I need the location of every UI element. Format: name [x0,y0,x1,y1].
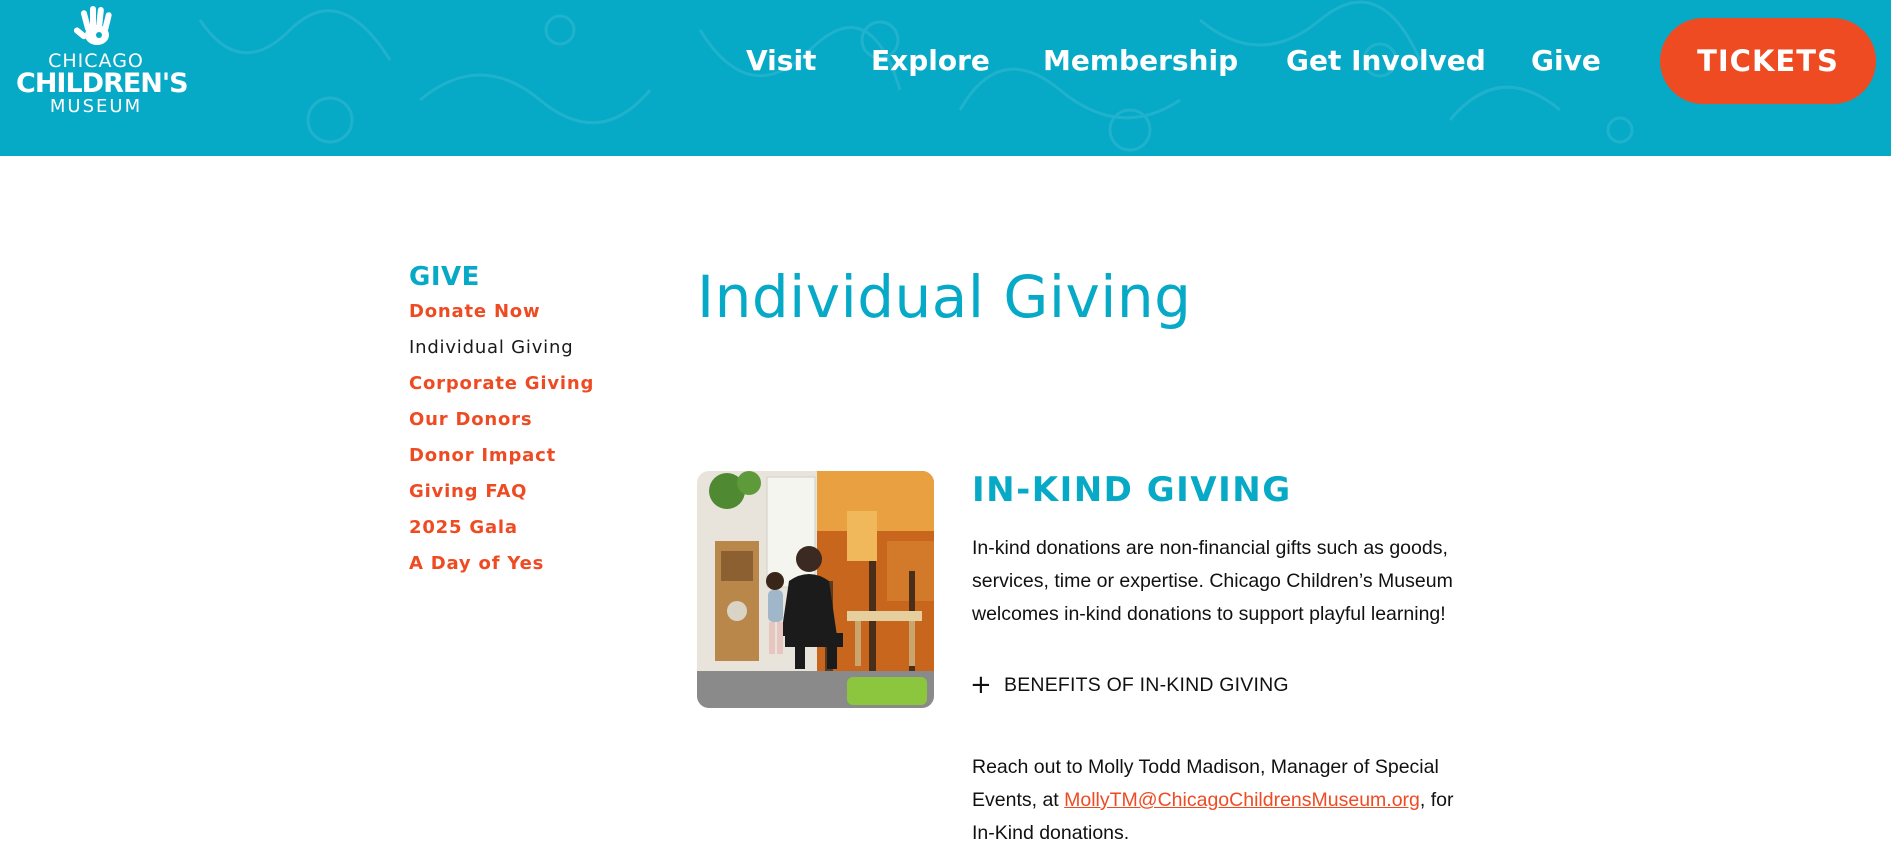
sidebar-item-individual-giving: Individual Giving [409,336,649,372]
sidebar-link-individual-giving[interactable]: Individual Giving [409,337,573,358]
header-texture [198,0,1634,152]
sidebar-link-2025-gala[interactable]: 2025 Gala [409,517,518,538]
logo-text-museum: MUSEUM [49,96,143,117]
page-title: Individual Giving [697,263,1192,331]
photo-illustration [697,471,934,708]
museum-logo[interactable]: CHICAGO CHILDREN'S MUSEUM [16,4,189,122]
nav-item-visit[interactable]: Visit [746,44,816,77]
sidebar-link-donor-impact[interactable]: Donor Impact [409,445,556,466]
sidebar-item-giving-faq: Giving FAQ [409,480,649,516]
in-kind-photo [697,471,934,708]
sidebar-list: Donate Now Individual Giving Corporate G… [409,300,649,588]
in-kind-giving-heading: IN-KIND GIVING [972,470,1292,510]
nav-item-give[interactable]: Give [1531,44,1601,77]
sidebar-item-our-donors: Our Donors [409,408,649,444]
nav-item-membership[interactable]: Membership [1043,44,1238,77]
handprint-icon [73,6,112,45]
contact-email-link[interactable]: MollyTM@ChicagoChildrensMuseum.org [1064,789,1420,811]
sidebar-item-a-day-of-yes: A Day of Yes [409,552,649,588]
sidebar-item-corporate-giving: Corporate Giving [409,372,649,408]
plus-icon: + [970,670,992,700]
sidebar-item-2025-gala: 2025 Gala [409,516,649,552]
nav-item-explore[interactable]: Explore [871,44,990,77]
site-header: CHICAGO CHILDREN'S MUSEUM Visit Explore … [0,0,1891,156]
contact-text: Reach out to Molly Todd Madison, Manager… [972,751,1472,850]
benefits-accordion[interactable]: + BENEFITS OF IN-KIND GIVING [970,668,1289,702]
sidebar-link-donate-now[interactable]: Donate Now [409,301,540,322]
tickets-button[interactable]: TICKETS [1660,18,1876,104]
benefits-accordion-label: BENEFITS OF IN-KIND GIVING [1004,673,1289,696]
sidebar-item-donate-now: Donate Now [409,300,649,336]
sidebar-title: GIVE [409,262,480,292]
sidebar-link-corporate-giving[interactable]: Corporate Giving [409,373,594,394]
logo-text-childrens: CHILDREN'S [16,68,189,99]
sidebar-item-donor-impact: Donor Impact [409,444,649,480]
sidebar-link-our-donors[interactable]: Our Donors [409,409,532,430]
sidebar-link-a-day-of-yes[interactable]: A Day of Yes [409,553,544,574]
sidebar-link-giving-faq[interactable]: Giving FAQ [409,481,527,502]
nav-item-get-involved[interactable]: Get Involved [1286,44,1486,77]
give-sidebar: GIVE Donate Now Individual Giving Corpor… [409,262,649,588]
in-kind-intro-text: In-kind donations are non-financial gift… [972,537,1453,625]
